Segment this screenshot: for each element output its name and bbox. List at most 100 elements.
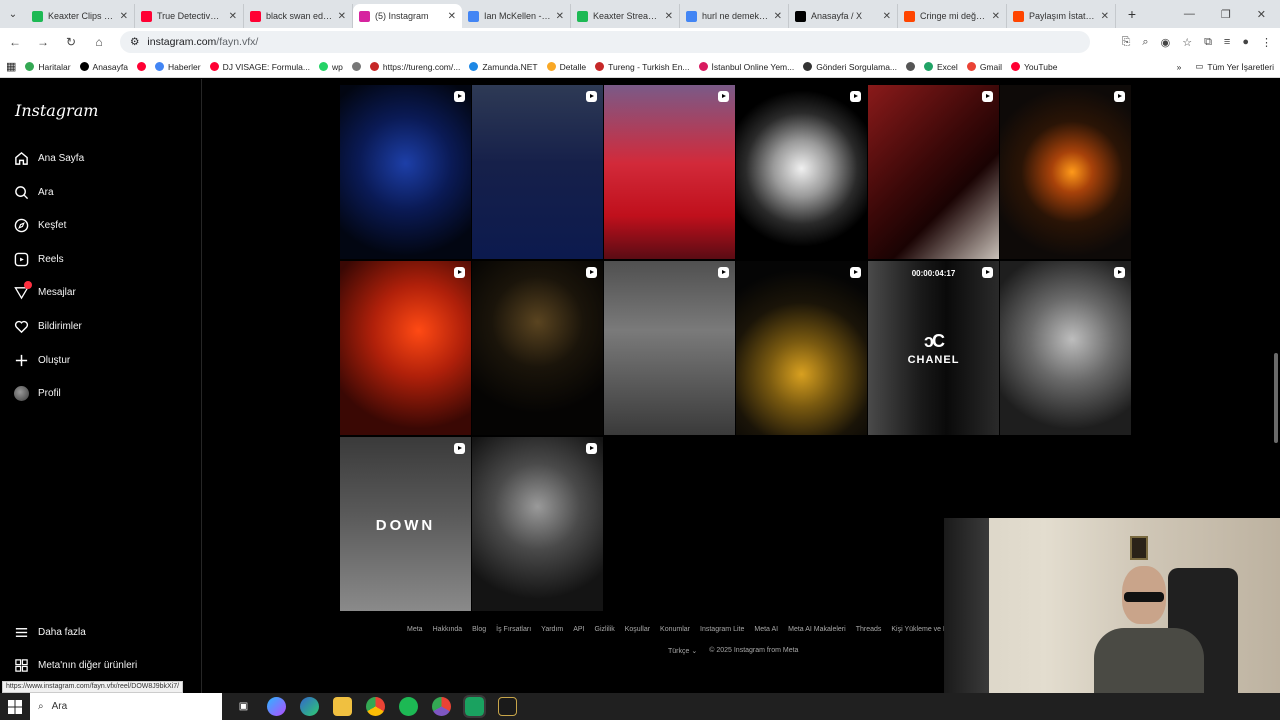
browser-tab[interactable]: Kеaxter Stream - ✕ (571, 4, 680, 28)
chrome-icon[interactable] (366, 697, 385, 716)
browser-tab[interactable]: Paylaşım İstatistik ✕ (1007, 4, 1116, 28)
back-icon[interactable]: ← (8, 35, 22, 49)
instagram-logo[interactable]: Instagram (15, 101, 98, 120)
install-icon[interactable]: ⎘ (1122, 36, 1131, 49)
footer-link[interactable]: İş Fırsatları (496, 626, 531, 633)
copilot-icon[interactable] (267, 697, 286, 716)
tab-close-icon[interactable]: ✕ (992, 11, 1000, 22)
bookmark-item[interactable]: YouTube (1011, 62, 1057, 72)
browser-tab[interactable]: True Detective 1a ✕ (135, 4, 244, 28)
footer-link[interactable]: Hakkında (433, 626, 463, 633)
tab-close-icon[interactable]: ✕ (1101, 11, 1109, 22)
more-menu[interactable]: Daha fazla (14, 622, 86, 642)
tab-close-icon[interactable]: ✕ (556, 11, 564, 22)
profile-avatar[interactable]: ● (1242, 36, 1249, 49)
active-app-icon[interactable] (463, 695, 486, 718)
nav-notifications[interactable]: Bildirimler (14, 316, 82, 336)
footer-link[interactable]: Blog (472, 626, 486, 633)
league-icon[interactable] (498, 697, 517, 716)
windows-start-icon[interactable] (0, 693, 30, 720)
reel-thumbnail[interactable]: DOWN (340, 437, 471, 611)
nav-reels[interactable]: Reels (14, 249, 64, 269)
bookmark-item[interactable]: Excel (924, 62, 958, 72)
browser-tab[interactable]: black swan edit - ✕ (244, 4, 353, 28)
footer-link[interactable]: Konumlar (660, 626, 690, 633)
close-window-icon[interactable]: ✕ (1257, 8, 1266, 21)
media-icon[interactable]: ≡ (1224, 36, 1230, 49)
bookmark-item[interactable]: İstanbul Online Yem... (698, 62, 794, 72)
reel-thumbnail[interactable] (472, 85, 603, 259)
reel-thumbnail[interactable]: 00:00:04:17 ↄC CHANEL (868, 261, 999, 435)
bookmark-item[interactable]: DJ VISAGE: Formula... (209, 62, 310, 72)
nav-explore[interactable]: Keşfet (14, 215, 66, 235)
bookmark-item[interactable]: Haberler (154, 62, 201, 72)
browser-tab[interactable]: Kеaxter Clips - W ✕ (26, 4, 135, 28)
reel-thumbnail[interactable] (604, 261, 735, 435)
nav-messages[interactable]: Mesajlar (14, 280, 76, 302)
footer-link[interactable]: Kişi Yükleme ve H (891, 626, 948, 633)
maximize-icon[interactable]: ❐ (1221, 8, 1231, 21)
nav-profile[interactable]: Profil (14, 383, 61, 403)
home-browser-icon[interactable]: ⌂ (92, 35, 106, 49)
footer-link[interactable]: Instagram Lite (700, 626, 744, 633)
tab-close-icon[interactable]: ✕ (883, 11, 891, 22)
browser-tab[interactable]: hurl ne demek - G ✕ (680, 4, 789, 28)
tab-close-icon[interactable]: ✕ (120, 11, 128, 22)
browser-menu-icon[interactable]: ⋮ (1261, 36, 1272, 49)
forward-icon[interactable]: → (36, 35, 50, 49)
spotify-icon[interactable] (399, 697, 418, 716)
apps-grid-icon[interactable]: ▦ (6, 60, 16, 73)
extensions-icon[interactable]: ⧉ (1204, 36, 1212, 49)
footer-link[interactable]: Threads (856, 626, 882, 633)
reel-thumbnail[interactable] (604, 85, 735, 259)
bookmark-item[interactable]: Anasayfa (79, 62, 128, 72)
tab-close-icon[interactable]: ✕ (665, 11, 673, 22)
tab-search-icon[interactable]: ⌄ (0, 0, 26, 28)
reel-thumbnail[interactable] (736, 85, 867, 259)
new-tab-button[interactable]: + (1122, 6, 1142, 22)
footer-link[interactable]: Meta AI (754, 626, 778, 633)
bookmark-item[interactable]: Tureng - Turkish En... (595, 62, 690, 72)
tab-close-icon[interactable]: ✕ (448, 11, 456, 22)
tab-close-icon[interactable]: ✕ (229, 11, 237, 22)
taskbar-search[interactable]: ⌕ Ara (30, 693, 222, 720)
edge-icon[interactable] (300, 697, 319, 716)
bookmark-item[interactable]: Haritalar (25, 62, 71, 72)
browser-tab[interactable]: Ian McKellen - Go ✕ (462, 4, 571, 28)
bookmark-item[interactable] (906, 62, 916, 72)
reload-icon[interactable]: ↻ (64, 35, 78, 49)
reel-thumbnail[interactable] (1000, 85, 1131, 259)
zoom-icon[interactable]: ⌕ (1142, 36, 1148, 49)
bookmark-item[interactable]: https://tureng.com/... (369, 62, 460, 72)
browser-tab[interactable]: (5) Instagram ✕ (353, 4, 462, 28)
reel-thumbnail[interactable] (340, 261, 471, 435)
tab-close-icon[interactable]: ✕ (338, 11, 346, 22)
nav-home[interactable]: Ana Sayfa (14, 148, 84, 168)
footer-link[interactable]: Yardım (541, 626, 563, 633)
tab-close-icon[interactable]: ✕ (774, 11, 782, 22)
footer-link[interactable]: Koşullar (625, 626, 650, 633)
bookmark-item[interactable]: wp (318, 62, 343, 72)
bookmark-item[interactable] (136, 62, 146, 72)
footer-link[interactable]: API (573, 626, 584, 633)
meta-products[interactable]: Meta'nın diğer ürünleri (14, 655, 137, 675)
all-bookmarks[interactable]: ▭ Tüm Yer İşaretleri (1195, 61, 1274, 72)
task-view-icon[interactable]: ▣ (234, 697, 253, 716)
footer-link[interactable]: Meta AI Makaleleri (788, 626, 846, 633)
bookmark-item[interactable]: Gmail (966, 62, 1002, 72)
reel-thumbnail[interactable] (1000, 261, 1131, 435)
nav-create[interactable]: Oluştur (14, 350, 70, 370)
file-explorer-icon[interactable] (333, 697, 352, 716)
url-field[interactable]: ⚙ instagram.com/fayn.vfx/ (120, 31, 1090, 53)
bookmark-star-icon[interactable]: ☆ (1182, 36, 1192, 49)
reel-thumbnail[interactable] (472, 437, 603, 611)
footer-link[interactable]: Meta (407, 626, 423, 633)
bookmark-item[interactable]: Zamunda.NET (469, 62, 538, 72)
reel-thumbnail[interactable] (472, 261, 603, 435)
scrollbar-thumb[interactable] (1274, 353, 1278, 443)
bookmark-item[interactable] (351, 62, 361, 72)
browser-tab[interactable]: Cringe mi değil m ✕ (898, 4, 1007, 28)
minimize-icon[interactable]: — (1184, 8, 1195, 21)
site-info-icon[interactable]: ⚙ (130, 36, 139, 48)
nav-search[interactable]: Ara (14, 182, 54, 202)
